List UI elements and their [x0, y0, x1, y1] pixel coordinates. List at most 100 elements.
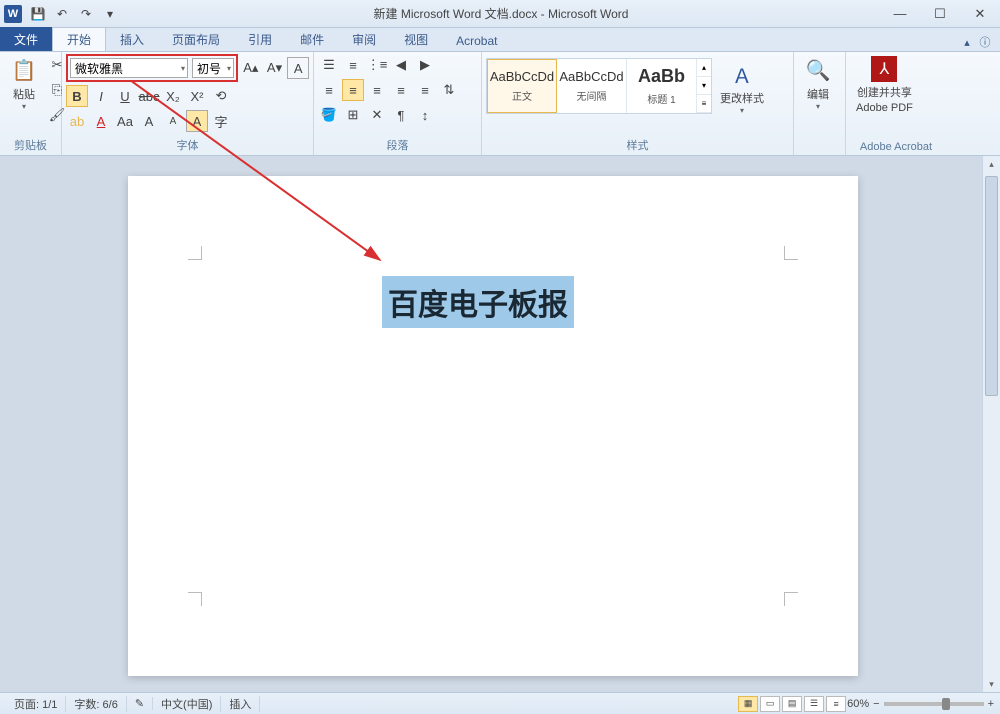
qat-customize-dropdown[interactable]: ▾ — [100, 4, 120, 24]
font-color-button[interactable]: A — [90, 110, 112, 132]
style-expand[interactable]: ≡ — [697, 95, 711, 113]
tab-references[interactable]: 引用 — [234, 28, 286, 51]
character-border-button[interactable]: 字 — [210, 110, 232, 132]
phonetic-guide-button[interactable]: A — [186, 110, 208, 132]
style-no-spacing[interactable]: AaBbCcDd 无间隔 — [557, 59, 627, 113]
window-title: 新建 Microsoft Word 文档.docx - Microsoft Wo… — [122, 5, 880, 22]
font-name-combo[interactable]: 微软雅黑 ▾ — [70, 58, 188, 78]
decrease-indent-button[interactable]: ◀ — [390, 54, 412, 76]
page[interactable]: 百度电子板报 — [128, 176, 858, 676]
subscript-button[interactable]: X₂ — [162, 85, 184, 107]
status-insert-mode[interactable]: 插入 — [221, 696, 260, 712]
status-language[interactable]: 中文(中国) — [153, 696, 221, 712]
zoom-slider[interactable] — [884, 702, 984, 706]
shading-button[interactable]: 🪣 — [318, 104, 340, 126]
italic-button[interactable]: I — [90, 85, 112, 107]
shrink-font-alt-button[interactable]: A — [162, 110, 184, 132]
tab-mailings[interactable]: 邮件 — [286, 28, 338, 51]
title-bar: W 💾 ↶ ↷ ▾ 新建 Microsoft Word 文档.docx - Mi… — [0, 0, 1000, 28]
align-left-button[interactable]: ≡ — [318, 79, 340, 101]
grow-font-alt-button[interactable]: A — [138, 110, 160, 132]
create-share-pdf-button[interactable]: ⅄ 创建并共享 Adobe PDF — [850, 54, 919, 139]
vertical-scrollbar[interactable]: ▴ ▾ — [982, 156, 1000, 692]
line-spacing-button[interactable]: ⇅ — [438, 79, 460, 101]
change-case-button[interactable]: Aa — [114, 110, 136, 132]
font-name-value: 微软雅黑 — [75, 60, 123, 77]
ribbon-minimize-button[interactable]: ▴ — [958, 33, 976, 51]
tab-home[interactable]: 开始 — [52, 27, 106, 51]
grow-font-button[interactable]: A▴ — [240, 57, 262, 79]
show-marks-button[interactable]: ¶ — [390, 104, 412, 126]
text-effects-button[interactable]: ⟲ — [210, 85, 232, 107]
zoom-out-button[interactable]: − — [873, 698, 879, 710]
word-app-icon: W — [4, 5, 22, 23]
status-word-count[interactable]: 字数: 6/6 — [66, 696, 126, 712]
tab-insert[interactable]: 插入 — [106, 28, 158, 51]
help-button[interactable]: ⓘ — [976, 33, 994, 51]
document-selected-text[interactable]: 百度电子板报 — [382, 276, 574, 328]
ribbon: 📋 粘贴 ▾ ✂ ⎘ 🖌 剪贴板 微软雅黑 ▾ 初号 — [0, 52, 1000, 156]
style-preview-text: AaBbCcDd — [559, 69, 623, 84]
maximize-button[interactable]: ☐ — [920, 0, 960, 28]
paste-label: 粘贴 — [13, 86, 35, 102]
zoom-slider-knob[interactable] — [942, 698, 950, 710]
multilevel-list-button[interactable]: ⋮≡ — [366, 54, 388, 76]
underline-button[interactable]: U — [114, 85, 136, 107]
font-group-label: 字体 — [66, 135, 309, 155]
view-print-layout-button[interactable]: ▦ — [738, 696, 758, 712]
minimize-button[interactable]: — — [880, 0, 920, 28]
view-outline-button[interactable]: ☰ — [804, 696, 824, 712]
bullets-button[interactable]: ☰ — [318, 54, 340, 76]
style-normal[interactable]: AaBbCcDd 正文 — [487, 59, 557, 113]
group-clipboard: 📋 粘贴 ▾ ✂ ⎘ 🖌 剪贴板 — [0, 52, 62, 155]
view-full-screen-button[interactable]: ▭ — [760, 696, 780, 712]
style-scroll-down[interactable]: ▾ — [697, 77, 711, 95]
borders-button[interactable]: ⊞ — [342, 104, 364, 126]
tab-file[interactable]: 文件 — [0, 27, 52, 51]
font-size-combo[interactable]: 初号 ▾ — [192, 58, 234, 78]
tab-review[interactable]: 审阅 — [338, 28, 390, 51]
scroll-down-button[interactable]: ▾ — [983, 676, 1000, 692]
qat-redo-button[interactable]: ↷ — [76, 4, 96, 24]
increase-indent-button[interactable]: ▶ — [414, 54, 436, 76]
paragraph-group-label: 段落 — [318, 135, 477, 155]
close-button[interactable]: ✕ — [960, 0, 1000, 28]
numbering-button[interactable]: ≡ — [342, 54, 364, 76]
shrink-font-button[interactable]: A▾ — [264, 57, 286, 79]
sort-button[interactable]: ✕ — [366, 104, 388, 126]
editing-button[interactable]: 🔍 编辑 ▾ — [798, 54, 838, 151]
tab-view[interactable]: 视图 — [390, 28, 442, 51]
change-styles-button[interactable]: Ａ 更改样式 ▾ — [714, 58, 770, 117]
paste-button[interactable]: 📋 粘贴 ▾ — [4, 54, 44, 135]
paste-dropdown-icon: ▾ — [22, 102, 26, 111]
asian-layout-button[interactable]: ↕ — [414, 104, 436, 126]
group-font: 微软雅黑 ▾ 初号 ▾ A▴ A▾ A B I U abc X₂ X² — [62, 52, 314, 155]
distributed-button[interactable]: ≡ — [414, 79, 436, 101]
style-gallery: AaBbCcDd 正文 AaBbCcDd 无间隔 AaBb 标题 1 ▴ ▾ ≡ — [486, 58, 712, 114]
highlight-color-button[interactable]: ab — [66, 110, 88, 132]
clear-formatting-button[interactable]: A — [287, 57, 309, 79]
bold-button[interactable]: B — [66, 85, 88, 107]
scroll-up-button[interactable]: ▴ — [983, 156, 1000, 172]
strikethrough-button[interactable]: abc — [138, 85, 160, 107]
zoom-in-button[interactable]: + — [988, 698, 994, 710]
change-styles-label: 更改样式 — [720, 90, 764, 106]
view-web-layout-button[interactable]: ▤ — [782, 696, 802, 712]
superscript-button[interactable]: X² — [186, 85, 208, 107]
style-heading1[interactable]: AaBb 标题 1 — [627, 59, 697, 113]
zoom-level[interactable]: 60% — [847, 698, 869, 710]
justify-button[interactable]: ≡ — [390, 79, 412, 101]
paste-icon: 📋 — [10, 56, 38, 84]
tab-acrobat[interactable]: Acrobat — [442, 31, 511, 51]
align-center-button[interactable]: ≡ — [342, 79, 364, 101]
qat-save-button[interactable]: 💾 — [28, 4, 48, 24]
style-scroll-up[interactable]: ▴ — [697, 59, 711, 77]
qat-undo-button[interactable]: ↶ — [52, 4, 72, 24]
align-right-button[interactable]: ≡ — [366, 79, 388, 101]
adobe-pdf-icon: ⅄ — [871, 56, 897, 82]
scroll-thumb[interactable] — [985, 176, 998, 396]
status-page[interactable]: 页面: 1/1 — [6, 696, 66, 712]
status-proofing-icon[interactable]: ✎ — [127, 697, 153, 710]
tab-page-layout[interactable]: 页面布局 — [158, 28, 234, 51]
view-draft-button[interactable]: ≡ — [826, 696, 846, 712]
